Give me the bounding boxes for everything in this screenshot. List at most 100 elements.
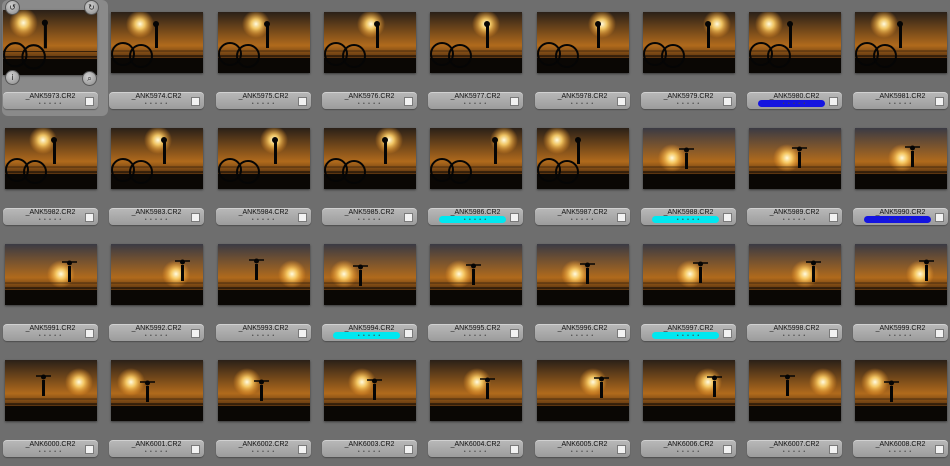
thumbnail-image[interactable] [537,244,629,305]
rating-dots[interactable]: • • • • • [428,333,523,339]
zoom-icon[interactable]: ⌕ [82,71,97,86]
select-checkbox[interactable] [404,213,413,222]
thumbnail-caption[interactable]: _ANK5977.CR2 • • • • • [428,92,523,109]
rating-dots[interactable]: • • • • • [535,333,630,339]
select-checkbox[interactable] [510,213,519,222]
thumbnail-caption[interactable]: _ANK6003.CR2 • • • • • [322,440,417,457]
thumbnail-image[interactable] [111,244,203,305]
thumbnail-image[interactable] [643,128,735,189]
rating-dots[interactable]: • • • • • [535,101,630,107]
thumbnail-image[interactable] [5,244,97,305]
thumbnail-cell[interactable]: _ANK5988.CR2 • • • • • [640,116,746,232]
thumbnail-cell[interactable]: _ANK5997.CR2 • • • • • [640,232,746,348]
thumbnail-cell[interactable]: _ANK5976.CR2 • • • • • [321,0,427,116]
rating-dots[interactable]: • • • • • [428,101,523,107]
thumbnail-image[interactable] [537,12,629,73]
thumbnail-cell[interactable]: _ANK5994.CR2 • • • • • [321,232,427,348]
thumbnail-image[interactable] [749,12,841,73]
select-checkbox[interactable] [617,445,626,454]
thumbnail-caption[interactable]: _ANK5988.CR2 • • • • • [641,208,736,225]
info-icon[interactable]: i [5,70,20,85]
rating-dots[interactable]: • • • • • [216,101,311,107]
thumbnail-caption[interactable]: _ANK5993.CR2 • • • • • [216,324,311,341]
select-checkbox[interactable] [723,97,732,106]
rating-dots[interactable]: • • • • • [853,449,948,455]
thumbnail-caption[interactable]: _ANK6007.CR2 • • • • • [747,440,842,457]
thumbnail-caption[interactable]: _ANK5994.CR2 • • • • • [322,324,417,341]
rating-dots[interactable]: • • • • • [747,217,842,223]
select-checkbox[interactable] [298,97,307,106]
rating-dots[interactable]: • • • • • [641,101,736,107]
thumbnail-cell[interactable]: _ANK6001.CR2 • • • • • [108,348,214,464]
rating-dots[interactable]: • • • • • [641,449,736,455]
thumbnail-image[interactable] [430,12,522,73]
thumbnail-caption[interactable]: _ANK5974.CR2 • • • • • [109,92,204,109]
select-checkbox[interactable] [617,329,626,338]
thumbnail-cell[interactable]: _ANK6004.CR2 • • • • • [427,348,533,464]
thumbnail-cell[interactable]: _ANK5986.CR2 • • • • • [427,116,533,232]
select-checkbox[interactable] [85,329,94,338]
thumbnail-caption[interactable]: _ANK6000.CR2 • • • • • [3,440,98,457]
select-checkbox[interactable] [935,445,944,454]
rating-dots[interactable]: • • • • • [535,217,630,223]
select-checkbox[interactable] [617,97,626,106]
rating-dots[interactable]: • • • • • [109,217,204,223]
thumbnail-caption[interactable]: _ANK5989.CR2 • • • • • [747,208,842,225]
rating-dots[interactable]: • • • • • [3,217,98,223]
thumbnail-image[interactable] [111,12,203,73]
select-checkbox[interactable] [935,213,944,222]
thumbnail-caption[interactable]: _ANK5973.CR2 • • • • • [3,92,98,109]
thumbnail-image[interactable] [643,360,735,421]
thumbnail-caption[interactable]: _ANK5982.CR2 • • • • • [3,208,98,225]
select-checkbox[interactable] [829,97,838,106]
thumbnail-cell[interactable]: _ANK6008.CR2 • • • • • [852,348,950,464]
rating-dots[interactable]: • • • • • [322,217,417,223]
thumbnail-image[interactable] [218,128,310,189]
thumbnail-cell[interactable]: _ANK5990.CR2 • • • • • [852,116,950,232]
select-checkbox[interactable] [829,213,838,222]
thumbnail-cell[interactable]: _ANK5973.CR2 • • • • • ↺ ↻ i ⌕ [2,0,108,116]
thumbnail-caption[interactable]: _ANK6008.CR2 • • • • • [853,440,948,457]
rating-dots[interactable]: • • • • • [216,217,311,223]
select-checkbox[interactable] [510,329,519,338]
rating-dots[interactable]: • • • • • [428,217,523,223]
thumbnail-cell[interactable]: _ANK5979.CR2 • • • • • [640,0,746,116]
thumbnail-caption[interactable]: _ANK5996.CR2 • • • • • [535,324,630,341]
thumbnail-image[interactable] [855,244,947,305]
thumbnail-caption[interactable]: _ANK5990.CR2 • • • • • [853,208,948,225]
select-checkbox[interactable] [85,445,94,454]
select-checkbox[interactable] [829,445,838,454]
thumbnail-image[interactable] [324,12,416,73]
thumbnail-cell[interactable]: _ANK5999.CR2 • • • • • [852,232,950,348]
thumbnail-image[interactable] [324,244,416,305]
thumbnail-caption[interactable]: _ANK5983.CR2 • • • • • [109,208,204,225]
rating-dots[interactable]: • • • • • [109,449,204,455]
select-checkbox[interactable] [935,329,944,338]
select-checkbox[interactable] [723,213,732,222]
thumbnail-cell[interactable]: _ANK6007.CR2 • • • • • [746,348,852,464]
select-checkbox[interactable] [191,213,200,222]
thumbnail-image[interactable] [537,128,629,189]
thumbnail-cell[interactable]: _ANK5974.CR2 • • • • • [108,0,214,116]
thumbnail-cell[interactable]: _ANK5984.CR2 • • • • • [215,116,321,232]
select-checkbox[interactable] [404,329,413,338]
thumbnail-image[interactable] [749,360,841,421]
thumbnail-image[interactable] [537,360,629,421]
thumbnail-cell[interactable]: _ANK5991.CR2 • • • • • [2,232,108,348]
thumbnail-caption[interactable]: _ANK5985.CR2 • • • • • [322,208,417,225]
thumbnail-cell[interactable]: _ANK6003.CR2 • • • • • [321,348,427,464]
thumbnail-image[interactable] [643,12,735,73]
thumbnail-image[interactable] [749,244,841,305]
thumbnail-image[interactable] [218,244,310,305]
thumbnail-cell[interactable]: _ANK6005.CR2 • • • • • [534,348,640,464]
thumbnail-image[interactable] [3,10,97,75]
thumbnail-image[interactable] [324,128,416,189]
rating-dots[interactable]: • • • • • [322,449,417,455]
rating-dots[interactable]: • • • • • [322,101,417,107]
rating-dots[interactable]: • • • • • [3,333,98,339]
thumbnail-caption[interactable]: _ANK5995.CR2 • • • • • [428,324,523,341]
select-checkbox[interactable] [723,445,732,454]
thumbnail-cell[interactable]: _ANK6006.CR2 • • • • • [640,348,746,464]
thumbnail-cell[interactable]: _ANK5987.CR2 • • • • • [534,116,640,232]
thumbnail-cell[interactable]: _ANK5982.CR2 • • • • • [2,116,108,232]
